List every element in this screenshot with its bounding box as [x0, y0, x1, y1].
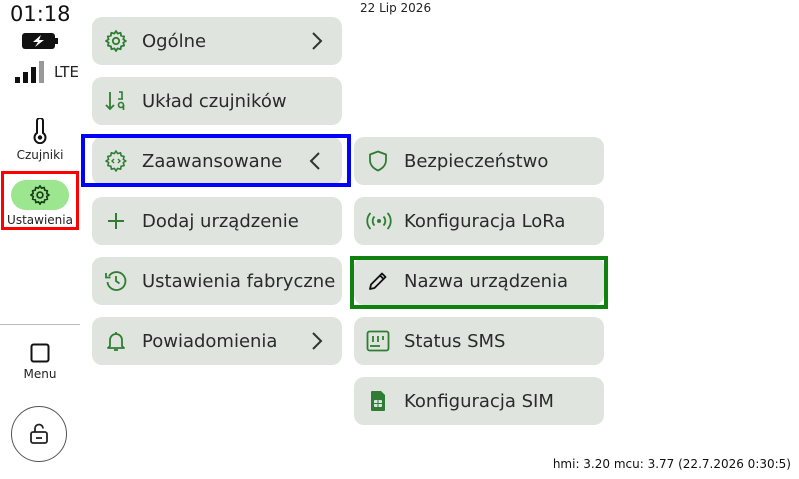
submenu-device-name-label: Nazwa urządzenia — [404, 270, 569, 292]
menu-general-button[interactable]: Ogólne — [92, 17, 342, 65]
submenu-sim-config-button[interactable]: Konfiguracja SIM — [354, 377, 604, 425]
bell-icon — [104, 329, 128, 353]
submenu-device-name-button[interactable]: Nazwa urządzenia — [354, 257, 604, 305]
menu-sensor-layout-label: Układ czujników — [142, 90, 287, 112]
nav-menu[interactable]: Menu — [0, 343, 80, 381]
version-info: hmi: 3.20 mcu: 3.77 (22.7.2026 0:30:5) — [552, 457, 791, 471]
gear-icon — [104, 29, 128, 53]
gear-icon — [11, 180, 69, 210]
submenu-sms-status-button[interactable]: Status SMS — [354, 317, 604, 365]
sort-numeric-icon — [104, 89, 128, 113]
nav-menu-label: Menu — [23, 367, 57, 381]
code-gear-icon — [104, 149, 128, 173]
history-icon — [104, 269, 128, 293]
nav-settings-label: Ustawienia — [7, 213, 73, 227]
side-rail: 01:18 LTE Czujniki Ustawienia Menu — [0, 0, 80, 479]
chevron-right-icon — [304, 29, 328, 53]
date-label: 22 Lip 2026 — [360, 1, 432, 15]
submenu-sim-config-label: Konfiguracja SIM — [404, 390, 554, 412]
radio-waves-icon — [366, 209, 392, 233]
menu-add-device-label: Dodaj urządzenie — [142, 210, 299, 232]
plus-icon — [104, 209, 128, 233]
network-type: LTE — [54, 63, 79, 81]
submenu-sms-status-label: Status SMS — [404, 330, 506, 352]
menu-general-label: Ogólne — [142, 30, 207, 52]
submenu-security-button[interactable]: Bezpieczeństwo — [354, 137, 604, 185]
nav-sensors-label: Czujniki — [16, 148, 64, 162]
sms-icon — [366, 329, 390, 353]
square-icon — [0, 343, 80, 363]
menu-factory-settings-label: Ustawienia fabryczne — [142, 270, 336, 292]
lock-button[interactable] — [11, 406, 67, 462]
battery-charging-icon — [22, 32, 58, 50]
menu-advanced-button[interactable]: Zaawansowane — [92, 137, 342, 185]
menu-notifications-button[interactable]: Powiadomienia — [92, 317, 342, 365]
submenu-lora-button[interactable]: Konfiguracja LoRa — [354, 197, 604, 245]
menu-factory-settings-button[interactable]: Ustawienia fabryczne — [92, 257, 342, 305]
sim-card-icon — [366, 389, 390, 413]
rail-divider — [0, 324, 80, 325]
menu-notifications-label: Powiadomienia — [142, 330, 278, 352]
submenu-security-label: Bezpieczeństwo — [404, 150, 549, 172]
chevron-right-icon — [304, 329, 328, 353]
shield-icon — [366, 149, 390, 173]
nav-settings[interactable]: Ustawienia — [1, 171, 79, 230]
menu-sensor-layout-button[interactable]: Układ czujników — [92, 77, 342, 125]
signal-bars-icon — [15, 61, 47, 83]
menu-advanced-label: Zaawansowane — [142, 150, 283, 172]
thermometer-icon — [0, 118, 80, 144]
submenu-lora-label: Konfiguracja LoRa — [404, 210, 566, 232]
chevron-left-icon — [304, 149, 328, 173]
menu-add-device-button[interactable]: Dodaj urządzenie — [92, 197, 342, 245]
lock-open-icon — [27, 422, 51, 446]
nav-sensors[interactable]: Czujniki — [0, 118, 80, 162]
clock: 01:18 — [10, 2, 71, 26]
pencil-icon — [366, 269, 390, 293]
